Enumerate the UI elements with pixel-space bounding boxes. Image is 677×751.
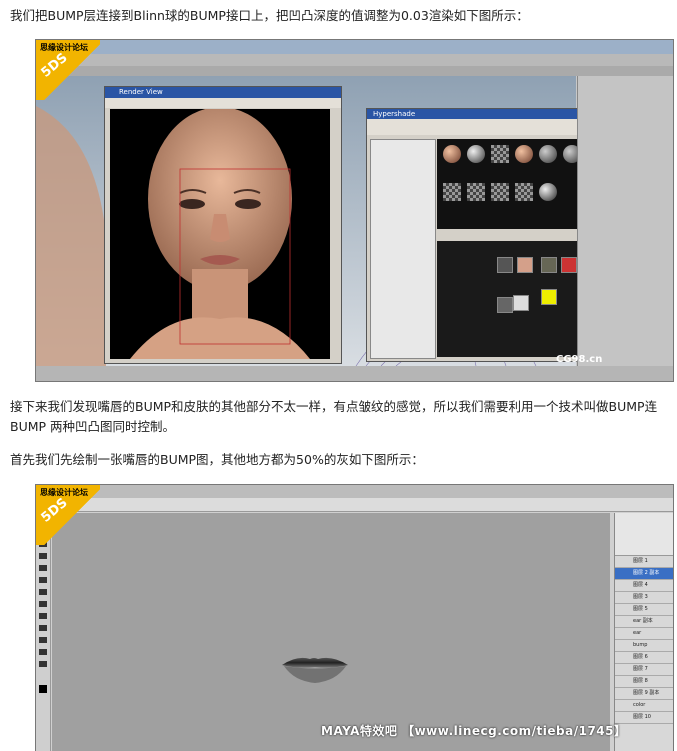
render-view-title: Render View: [105, 87, 341, 98]
layer-list: 图层 1 图层 2 副本 图层 4 图层 3 图层 5 ear 副本 ear bump 图层 6…: [615, 556, 673, 724]
photoshop-options-bar: [36, 498, 673, 512]
maya-title-bar: [36, 40, 673, 54]
layer-row[interactable]: 图层 6: [615, 652, 673, 664]
forum-watermark: 思缘设计论坛: [40, 43, 88, 52]
layers-panel: 图层 1 图层 2 副本 图层 4 图层 3 图层 5 ear 副本 ear bump 图层 6…: [614, 513, 673, 751]
layer-row[interactable]: ear: [615, 628, 673, 640]
layer-row[interactable]: ear 副本: [615, 616, 673, 628]
render-view-window: Render View: [104, 86, 342, 364]
maya-tieba-caption: MAYA特效吧 【www.linecg.com/tieba/1745】: [321, 724, 627, 738]
color-panel: [615, 513, 673, 556]
cg98-watermark: CG98.cn: [556, 354, 603, 365]
forum-logo-text-2: 5DS: [38, 495, 71, 526]
layer-row[interactable]: 图层 1: [615, 556, 673, 568]
lip-upper: [282, 657, 348, 668]
layer-row[interactable]: 图层 7: [615, 664, 673, 676]
forum-watermark-2: 思缘设计论坛: [40, 488, 88, 497]
maya-shelf-tabs: [36, 66, 673, 76]
render-view-menu: [105, 98, 341, 108]
time-slider: [36, 366, 673, 381]
paragraph-explanation: 接下来我们发现嘴唇的BUMP和皮肤的其他部分不太一样，有点皱纹的感觉，所以我们需…: [10, 399, 658, 434]
layer-row[interactable]: 图层 3: [615, 592, 673, 604]
maya-screenshot: Render View Hypershade CG98.cn 5DS 思缘设计论…: [35, 39, 674, 382]
layer-row[interactable]: color: [615, 700, 673, 712]
rendered-face-image: [110, 109, 330, 359]
layer-row[interactable]: bump: [615, 640, 673, 652]
layer-row[interactable]: 图层 8: [615, 676, 673, 688]
layer-row[interactable]: 图层 2 副本: [615, 568, 673, 580]
paragraph-intro: 我们把BUMP层连接到Blinn球的BUMP接口上，把凹凸深度的值调整为0.03…: [10, 8, 529, 23]
lip-lower: [284, 666, 346, 683]
forum-logo-text: 5DS: [38, 50, 71, 81]
channel-box: [577, 76, 673, 366]
photoshop-canvas: [52, 513, 610, 751]
photoshop-screenshot: 图层 1 图层 2 副本 图层 4 图层 3 图层 5 ear 副本 ear bump 图层 6…: [35, 484, 674, 751]
layer-row[interactable]: 图层 4: [615, 580, 673, 592]
create-nodes-panel: [370, 139, 436, 359]
photoshop-menu-bar: [36, 485, 673, 498]
photoshop-toolbox: [36, 525, 51, 751]
maya-shelf: [36, 54, 673, 66]
layer-row[interactable]: 图层 5: [615, 604, 673, 616]
layer-row[interactable]: 图层 9 副本: [615, 688, 673, 700]
paragraph-lip-bump: 首先我们先绘制一张嘴唇的BUMP图，其他地方都为50%的灰如下图所示：: [10, 452, 424, 467]
